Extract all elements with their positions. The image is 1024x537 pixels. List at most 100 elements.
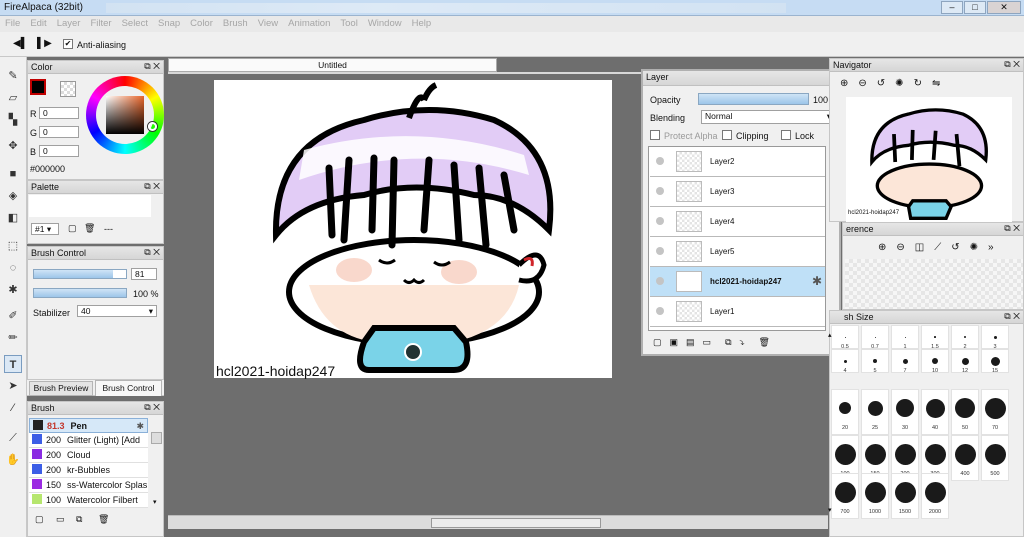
brush-item[interactable]: 150 ss-Watercolor Splas [29,478,148,493]
reference-canvas[interactable] [845,259,1023,309]
anti-aliasing-checkbox[interactable]: ✔ [63,39,73,49]
brush-size-slider[interactable] [33,269,127,279]
visibility-icon[interactable] [656,247,664,255]
background-color-swatch[interactable] [60,81,76,97]
divide-tool-icon[interactable]: ⁄ [4,399,22,417]
ref-zoom-in-icon[interactable]: ⊕ [878,242,896,253]
lock-checkbox[interactable] [781,130,791,140]
g-input[interactable]: 0 [39,126,79,138]
ref-rotate-left-icon[interactable]: ↺ [951,242,969,253]
eyedropper-icon[interactable]: ⟋ [4,429,22,447]
layer-row[interactable]: hcl2021-hoidap247 ✱ [650,267,825,297]
menu-item[interactable]: Layer [52,16,86,32]
lasso-tool-icon[interactable]: ◌ [4,259,22,277]
merge-layer-icon[interactable]: ⤵ [740,337,753,347]
new-palette-icon[interactable]: ▢ [68,223,77,234]
menu-item[interactable]: File [0,16,25,32]
eraser-tool-icon[interactable]: ▱ [4,89,22,107]
brush-item[interactable]: 81.3 Pen ✱ [29,418,148,433]
dot-tool-icon[interactable]: ▚ [4,111,22,129]
new-8bit-layer-icon[interactable]: ▣ [670,337,687,347]
visibility-icon[interactable] [656,307,664,315]
brush-item[interactable]: 200 Cloud [29,448,148,463]
menu-item[interactable]: Animation [283,16,335,32]
menu-item[interactable]: Tool [335,16,362,32]
new-layer-icon[interactable]: ▢ [653,337,670,347]
protect-alpha-checkbox[interactable] [650,130,660,140]
visibility-icon[interactable] [656,217,664,225]
tab-brush-preview[interactable]: Brush Preview [29,381,93,396]
menu-item[interactable]: Snap [153,16,185,32]
foreground-color-swatch[interactable] [30,79,46,95]
menu-item[interactable]: View [253,16,283,32]
gradient-tool-icon[interactable]: ◧ [4,209,22,227]
new-1bit-layer-icon[interactable]: ▤ [686,337,703,347]
copy-brush-icon[interactable]: ⧉ [76,514,82,525]
rotate-left-icon[interactable]: ↺ [877,78,895,89]
brush-opacity-slider[interactable] [33,288,127,298]
clipping-checkbox[interactable] [722,130,732,140]
operation-tool-icon[interactable]: ➤ [4,377,22,395]
move-tool-icon[interactable]: ✥ [4,137,22,155]
panel-float-icon[interactable]: ⧉ ✕ [144,402,160,413]
brush-item[interactable]: 200 Glitter (Light) [Add [29,433,148,448]
panel-float-icon[interactable]: ⧉ ✕ [1004,311,1020,322]
menu-item[interactable]: Filter [85,16,116,32]
pen-tool-icon[interactable]: ✎ [4,67,22,85]
text-tool-icon[interactable]: T [4,355,22,373]
size-scroll-up-icon[interactable]: ▴ [828,331,832,339]
ref-more-icon[interactable]: » [988,242,1004,253]
maximize-button[interactable]: □ [964,1,986,14]
visibility-icon[interactable] [656,277,664,285]
brush-item[interactable]: 200 kr-Bubbles [29,463,148,478]
hue-wheel[interactable] [86,76,164,154]
scroll-thumb[interactable] [431,518,601,528]
new-brush-icon[interactable]: ▢ [35,514,44,525]
layer-row[interactable]: Layer2 [650,147,825,177]
zoom-out-icon[interactable]: ⊖ [858,78,876,89]
menu-item[interactable]: Select [117,16,153,32]
fill-rect-tool-icon[interactable]: ■ [4,165,22,183]
menu-item[interactable]: Edit [25,16,51,32]
new-folder-icon[interactable]: ▭ [703,337,720,347]
opacity-slider[interactable] [698,93,809,105]
folder-brush-icon[interactable]: ▭ [56,514,65,525]
menu-item[interactable]: Brush [218,16,253,32]
next-icon[interactable]: ▌▶ [37,38,52,49]
b-input[interactable]: 0 [39,145,79,157]
horizontal-scrollbar[interactable] [168,515,828,529]
ref-zoom-out-icon[interactable]: ⊖ [896,242,914,253]
menu-item[interactable]: Help [407,16,437,32]
brush-item[interactable]: 100 Watercolor Filbert [29,493,148,508]
ref-fit-icon[interactable]: ◫ [915,242,934,253]
gear-icon[interactable]: ✱ [136,419,144,432]
close-button[interactable]: ✕ [987,1,1021,14]
delete-palette-icon[interactable]: 🗑 [84,223,95,234]
panel-float-icon[interactable]: ⧉ ✕ [1004,223,1020,234]
ref-eyedropper-icon[interactable]: ⟋ [934,242,951,253]
drawing-canvas[interactable]: hcl2021-hoidap247 [214,80,612,379]
zoom-in-icon[interactable]: ⊕ [840,78,858,89]
panel-float-icon[interactable]: ⧉ ✕ [144,61,160,72]
size-scroll-down-icon[interactable]: ▾ [828,506,832,514]
tab-brush-control[interactable]: Brush Control [95,380,162,396]
delete-layer-icon[interactable]: 🗑 [759,337,778,347]
menu-item[interactable]: Window [363,16,407,32]
magic-wand-icon[interactable]: ✱ [4,281,22,299]
panel-float-icon[interactable]: ⧉ ✕ [144,181,160,192]
navigator-preview[interactable]: hcl2021-hoidap247 [846,97,1012,222]
delete-brush-icon[interactable]: 🗑 [98,514,109,525]
layer-row[interactable]: Layer4 [650,207,825,237]
canvas-tab[interactable]: Untitled [168,58,497,72]
palette-selector[interactable]: #1 ▾ [31,223,59,235]
layer-row[interactable]: Layer3 [650,177,825,207]
flip-icon[interactable]: ⇋ [932,78,950,89]
layer-row[interactable]: Layer5 [650,237,825,267]
brush-size-input[interactable]: 81 [131,268,157,280]
sv-square[interactable] [106,96,144,134]
visibility-icon[interactable] [656,187,664,195]
rotate-right-icon[interactable]: ↻ [914,78,932,89]
scroll-down-icon[interactable]: ▾ [153,498,157,506]
panel-float-icon[interactable]: ⧉ ✕ [144,247,160,258]
panel-float-icon[interactable]: ⧉ ✕ [1004,59,1020,70]
